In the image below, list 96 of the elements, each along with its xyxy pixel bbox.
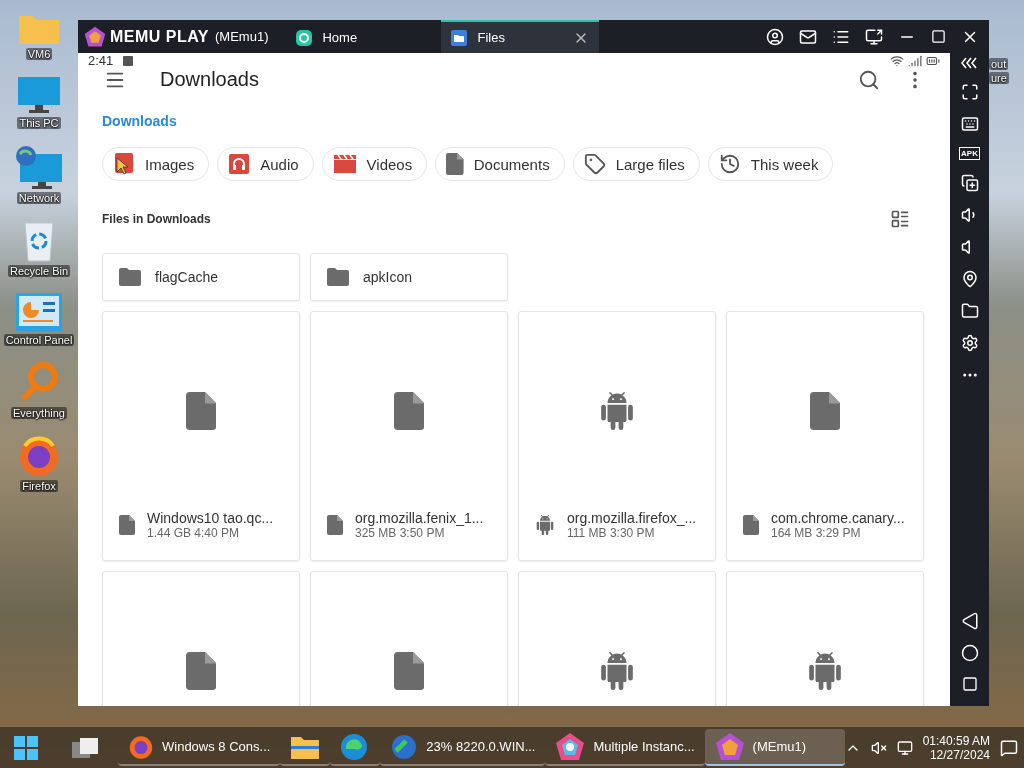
notification-icon bbox=[123, 55, 134, 66]
firefox-icon[interactable] bbox=[17, 434, 61, 478]
keyboard-icon[interactable] bbox=[960, 115, 979, 133]
image-icon bbox=[113, 152, 135, 176]
folder-app-icon bbox=[451, 29, 468, 46]
headphones-icon bbox=[228, 153, 251, 175]
filter-chip[interactable]: Images bbox=[102, 147, 210, 181]
taskbar-app[interactable]: (MEmu1) bbox=[704, 729, 845, 766]
firefox-icon bbox=[128, 733, 154, 760]
mail-icon[interactable] bbox=[799, 27, 817, 46]
file-meta: 1.44 GB 4:40 PM bbox=[147, 526, 241, 540]
folder-card[interactable]: apkIcon bbox=[310, 253, 508, 301]
file-meta: 164 MB 3:29 PM bbox=[771, 526, 862, 540]
search-icon[interactable] bbox=[858, 68, 880, 91]
app-logo-text: MEMU PLAY bbox=[110, 27, 210, 46]
large-android-icon bbox=[806, 652, 844, 690]
notification-icon[interactable] bbox=[1000, 738, 1018, 757]
folder-card[interactable]: flagCache bbox=[102, 253, 300, 301]
document-icon bbox=[446, 153, 464, 175]
folder-name: flagCache bbox=[155, 269, 219, 285]
list-view-icon[interactable] bbox=[890, 209, 910, 229]
control-panel-icon[interactable] bbox=[15, 292, 63, 332]
fullscreen-icon[interactable] bbox=[960, 83, 979, 101]
filter-chip[interactable]: Documents bbox=[435, 147, 565, 181]
breadcrumb-link[interactable]: Downloads bbox=[102, 113, 950, 129]
file-meta: 111 MB 3:30 PM bbox=[567, 526, 656, 540]
large-android-icon bbox=[598, 652, 636, 690]
folder-icon bbox=[327, 268, 349, 286]
maximize-icon[interactable] bbox=[931, 29, 946, 44]
pentagon-icon bbox=[714, 731, 745, 762]
colorful-pentagon-icon bbox=[555, 731, 586, 762]
section-title: Files in Downloads bbox=[102, 212, 211, 226]
back-icon[interactable] bbox=[960, 612, 979, 630]
small-file-icon bbox=[743, 515, 759, 535]
small-android-icon bbox=[535, 515, 555, 535]
filter-chip[interactable]: This week bbox=[707, 147, 834, 181]
history-icon bbox=[718, 153, 741, 175]
small-file-icon bbox=[327, 515, 343, 535]
pentagon-logo-icon bbox=[84, 25, 106, 48]
taskbar-app[interactable]: Multiple Instanc... bbox=[545, 729, 705, 766]
tag-icon bbox=[583, 153, 606, 175]
status-time: 2:41 bbox=[88, 53, 114, 68]
file-card[interactable]: Windows10 tao.qc... 1.44 GB 4:40 PM bbox=[102, 311, 300, 561]
desktop-icon-label[interactable]: ure bbox=[989, 72, 1009, 84]
filter-chip[interactable]: Audio bbox=[217, 147, 314, 181]
large-file-icon bbox=[393, 652, 425, 690]
folder-icon bbox=[119, 268, 141, 286]
large-file-icon bbox=[393, 392, 425, 430]
recent-apps-icon[interactable] bbox=[961, 676, 978, 692]
browser-icon bbox=[340, 732, 369, 761]
file-card[interactable]: org.mozilla.firefox_... 111 MB 3:30 PM bbox=[518, 311, 716, 561]
window-tab[interactable]: Home bbox=[286, 20, 442, 53]
monitor-icon[interactable] bbox=[16, 75, 62, 115]
signal-icon bbox=[908, 53, 922, 68]
desktop-icon-label[interactable]: This PC bbox=[17, 117, 61, 129]
tab-label: Files bbox=[477, 30, 506, 45]
start-icon[interactable] bbox=[14, 735, 38, 760]
large-android-icon bbox=[598, 392, 636, 430]
folder-name: apkIcon bbox=[363, 269, 413, 285]
task-view-icon[interactable] bbox=[70, 735, 100, 760]
file-name: com.chrome.canary... bbox=[771, 510, 905, 526]
circle-app-icon bbox=[296, 29, 313, 46]
settings-icon[interactable] bbox=[960, 334, 979, 352]
file-card[interactable]: com.chrome.canary... 164 MB 3:29 PM bbox=[726, 311, 924, 561]
large-file-icon bbox=[809, 392, 841, 430]
user-circle-icon[interactable] bbox=[766, 27, 784, 46]
collapse-icon[interactable] bbox=[960, 57, 979, 69]
window-tab[interactable]: Files bbox=[441, 20, 600, 53]
app-title: Downloads bbox=[160, 68, 260, 91]
small-file-icon bbox=[119, 515, 135, 535]
location-icon[interactable] bbox=[960, 270, 979, 288]
home-icon[interactable] bbox=[960, 644, 979, 662]
muted-speaker-icon[interactable] bbox=[870, 739, 887, 756]
filter-chip[interactable]: Large files bbox=[572, 147, 700, 181]
wifi-icon bbox=[890, 53, 904, 68]
monitor-icon[interactable] bbox=[896, 739, 913, 756]
instance-name: (MEmu1) bbox=[215, 29, 269, 44]
large-file-icon bbox=[185, 392, 217, 430]
file-name: org.mozilla.firefox_... bbox=[567, 510, 697, 526]
filter-chip[interactable]: Videos bbox=[321, 147, 428, 181]
folder-icon[interactable] bbox=[960, 302, 979, 320]
file-meta: 325 MB 3:50 PM bbox=[355, 526, 446, 540]
taskbar-app[interactable]: 23% 8220.0.WIN... bbox=[380, 729, 546, 766]
apk-install-icon[interactable]: APK bbox=[959, 147, 980, 160]
tab-label: Home bbox=[322, 30, 359, 45]
clapperboard-icon bbox=[332, 154, 357, 174]
taskbar-app[interactable]: Windows 8 Cons... bbox=[118, 729, 281, 766]
file-name: Windows10 tao.qc... bbox=[147, 510, 274, 526]
file-card[interactable]: org.mozilla.fenix_1... 325 MB 3:50 PM bbox=[310, 311, 508, 561]
network-icon[interactable] bbox=[14, 144, 64, 190]
clock[interactable]: 01:40:59 AM 12/27/2024 bbox=[922, 733, 990, 762]
large-file-icon bbox=[185, 652, 217, 690]
desktop-icon-label[interactable]: Firefox bbox=[20, 480, 58, 492]
screen-icon[interactable] bbox=[865, 27, 883, 46]
file-name: org.mozilla.fenix_1... bbox=[355, 510, 484, 526]
add-window-icon[interactable] bbox=[960, 174, 979, 192]
